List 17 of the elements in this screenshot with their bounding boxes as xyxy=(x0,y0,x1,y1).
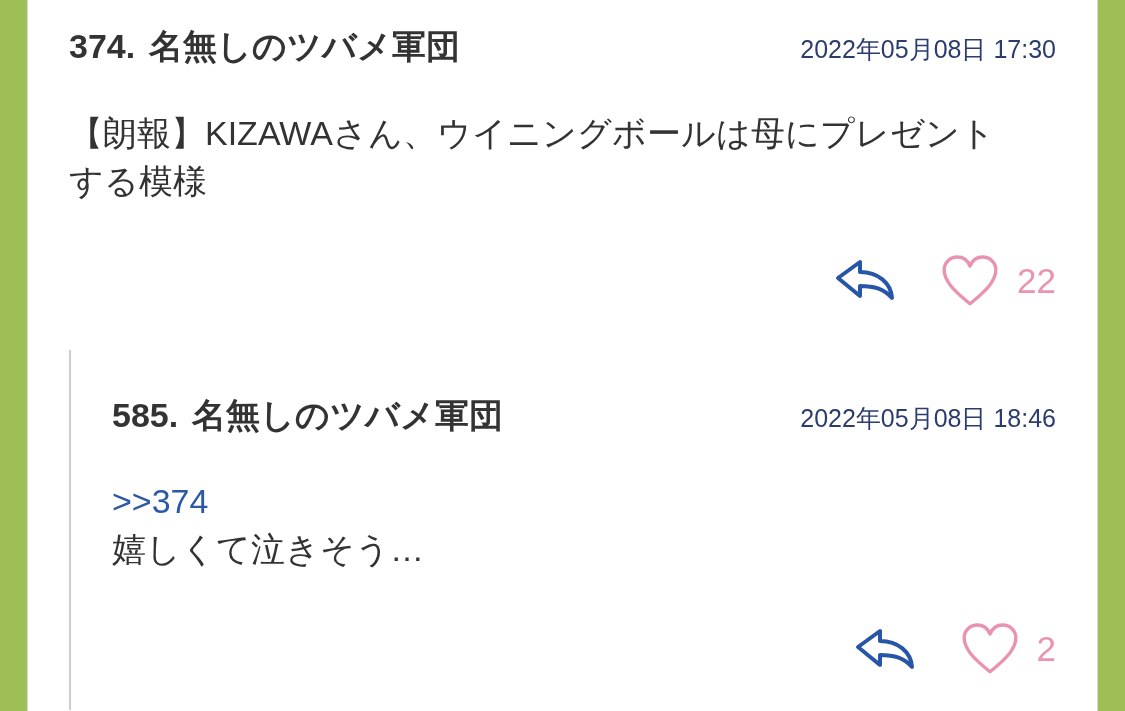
heart-icon xyxy=(960,621,1019,676)
reply-arrow-icon xyxy=(835,259,896,301)
post-text: 【朗報】KIZAWAさん、ウイニングボールは母にプレゼントする模様 xyxy=(69,112,996,202)
post-date: 2022年05月08日 17:30 xyxy=(800,34,1056,65)
author-name: 名無しのツバメ軍団 xyxy=(192,394,504,436)
post-date: 2022年05月08日 18:46 xyxy=(800,402,1056,434)
heart-icon xyxy=(941,252,1000,308)
reply-button[interactable] xyxy=(835,259,896,301)
reply-button[interactable] xyxy=(854,627,915,670)
post-number: 585. xyxy=(112,394,179,436)
like-button[interactable]: 22 xyxy=(941,252,1056,308)
post-text: 嬉しくて泣きそう… xyxy=(112,529,425,570)
reply-arrow-icon xyxy=(854,627,915,670)
author-name: 名無しのツバメ軍団 xyxy=(149,26,461,67)
like-button[interactable]: 2 xyxy=(960,621,1056,676)
post-number: 374. xyxy=(69,26,136,67)
reply-anchor-link[interactable]: >>374 xyxy=(112,477,209,525)
